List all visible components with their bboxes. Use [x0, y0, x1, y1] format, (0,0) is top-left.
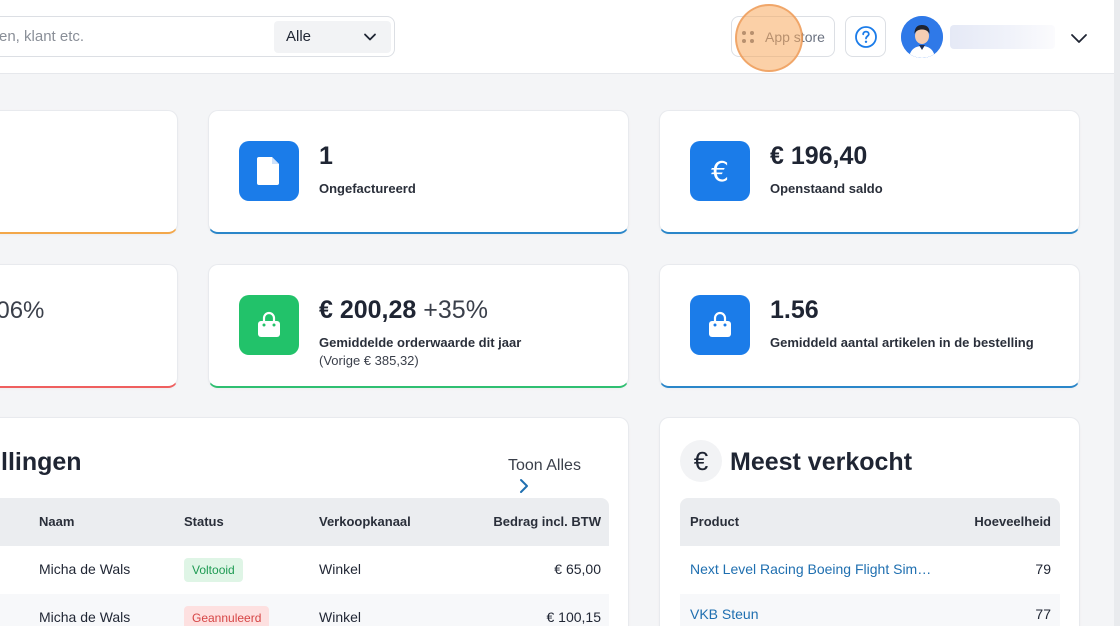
order-customer: Micha de Wals — [39, 561, 131, 577]
status-badge: Geannuleerd — [184, 606, 270, 626]
avatar[interactable] — [901, 16, 943, 58]
stat-card-ongefactureerd[interactable]: 1 Ongefactureerd — [208, 110, 629, 234]
column-header[interactable]: Bedrag incl. BTW — [493, 514, 601, 529]
column-header[interactable]: Product — [690, 514, 739, 529]
order-channel: Winkel — [319, 609, 362, 625]
help-button[interactable] — [845, 16, 886, 57]
chevron-down-icon — [364, 33, 376, 41]
shopping-bag-icon — [239, 295, 299, 355]
stat-card-artikelen[interactable]: 1.56 Gemiddeld aantal artikelen in de be… — [659, 264, 1080, 388]
stat-percent: 106% — [0, 297, 45, 324]
column-header[interactable]: Verkoopkanaal — [319, 514, 411, 529]
status-badge: Voltooid — [184, 558, 243, 582]
product-link[interactable]: Next Level Racing Boeing Flight Sim… — [690, 561, 931, 577]
stat-amount: € 200,28 — [319, 296, 417, 324]
show-all-link[interactable]: Toon Alles — [508, 457, 581, 475]
euro-icon: € — [680, 440, 722, 482]
table-row[interactable]: Next Level Racing Boeing Flight Sim… 79 — [680, 546, 1060, 594]
chevron-down-icon[interactable] — [1069, 28, 1089, 48]
orders-panel: llingen Toon Alles Naam Status Verkoopka… — [0, 417, 629, 626]
global-search: Alle — [0, 16, 395, 57]
app-store-label: App store — [765, 29, 825, 45]
grid-dots-icon — [742, 31, 754, 43]
search-input[interactable] — [0, 17, 271, 56]
bestsellers-title: Meest verkocht — [730, 448, 913, 476]
top-bar: Alle App store — [0, 0, 1120, 74]
user-avatar-icon — [901, 16, 943, 58]
document-icon — [239, 141, 299, 201]
product-link[interactable]: VKB Steun — [690, 606, 759, 622]
stat-label: Gemiddeld aantal artikelen in de bestell… — [770, 335, 1034, 350]
stat-card-partial-top — [0, 110, 178, 234]
search-filter-value: Alle — [286, 28, 312, 45]
product-quantity: 77 — [1035, 606, 1051, 622]
stat-label: Openstaand saldo — [770, 181, 883, 196]
question-mark-icon — [855, 26, 877, 48]
stat-value: 1 — [319, 142, 333, 170]
bestsellers-table-header: Product Hoeveelheid — [680, 498, 1060, 546]
stat-value: € 200,28 +35% — [319, 296, 488, 325]
chevron-right-icon[interactable] — [516, 478, 532, 494]
order-amount: € 65,00 — [554, 561, 601, 577]
stat-previous: (Vorige € 385,32) — [319, 353, 419, 368]
column-header[interactable]: Naam — [39, 514, 74, 529]
order-channel: Winkel — [319, 561, 362, 577]
order-amount: € 100,15 — [546, 609, 602, 625]
stat-value: 1.56 — [770, 296, 819, 324]
order-customer: Micha de Wals — [39, 609, 131, 625]
table-row[interactable]: VKB Steun 77 — [680, 594, 1060, 626]
stat-delta: +35% — [423, 296, 488, 324]
search-filter-select[interactable]: Alle — [274, 21, 391, 53]
bestsellers-panel: € Meest verkocht Product Hoeveelheid Nex… — [659, 417, 1080, 626]
euro-icon: € — [690, 141, 750, 201]
product-quantity: 79 — [1035, 561, 1051, 577]
stat-card-orderwaarde[interactable]: € 200,28 +35% Gemiddelde orderwaarde dit… — [208, 264, 629, 388]
stat-label: Gemiddelde orderwaarde dit jaar — [319, 335, 522, 350]
table-row[interactable]: Micha de Wals Geannuleerd Winkel € 100,1… — [0, 594, 609, 626]
shopping-bag-icon — [690, 295, 750, 355]
table-row[interactable]: Micha de Wals Voltooid Winkel € 65,00 — [0, 546, 609, 594]
page-scrollbar[interactable] — [1114, 0, 1120, 626]
app-store-button[interactable]: App store — [731, 16, 835, 57]
username-redacted — [950, 25, 1055, 49]
stat-card-partial-middle: 106% — [0, 264, 178, 388]
orders-title: llingen — [1, 448, 82, 476]
stat-card-openstaand-saldo[interactable]: € € 196,40 Openstaand saldo — [659, 110, 1080, 234]
column-header[interactable]: Status — [184, 514, 224, 529]
stat-label: Ongefactureerd — [319, 181, 416, 196]
orders-table-header: Naam Status Verkoopkanaal Bedrag incl. B… — [0, 498, 609, 546]
column-header[interactable]: Hoeveelheid — [974, 514, 1051, 529]
stat-value: € 196,40 — [770, 142, 868, 170]
